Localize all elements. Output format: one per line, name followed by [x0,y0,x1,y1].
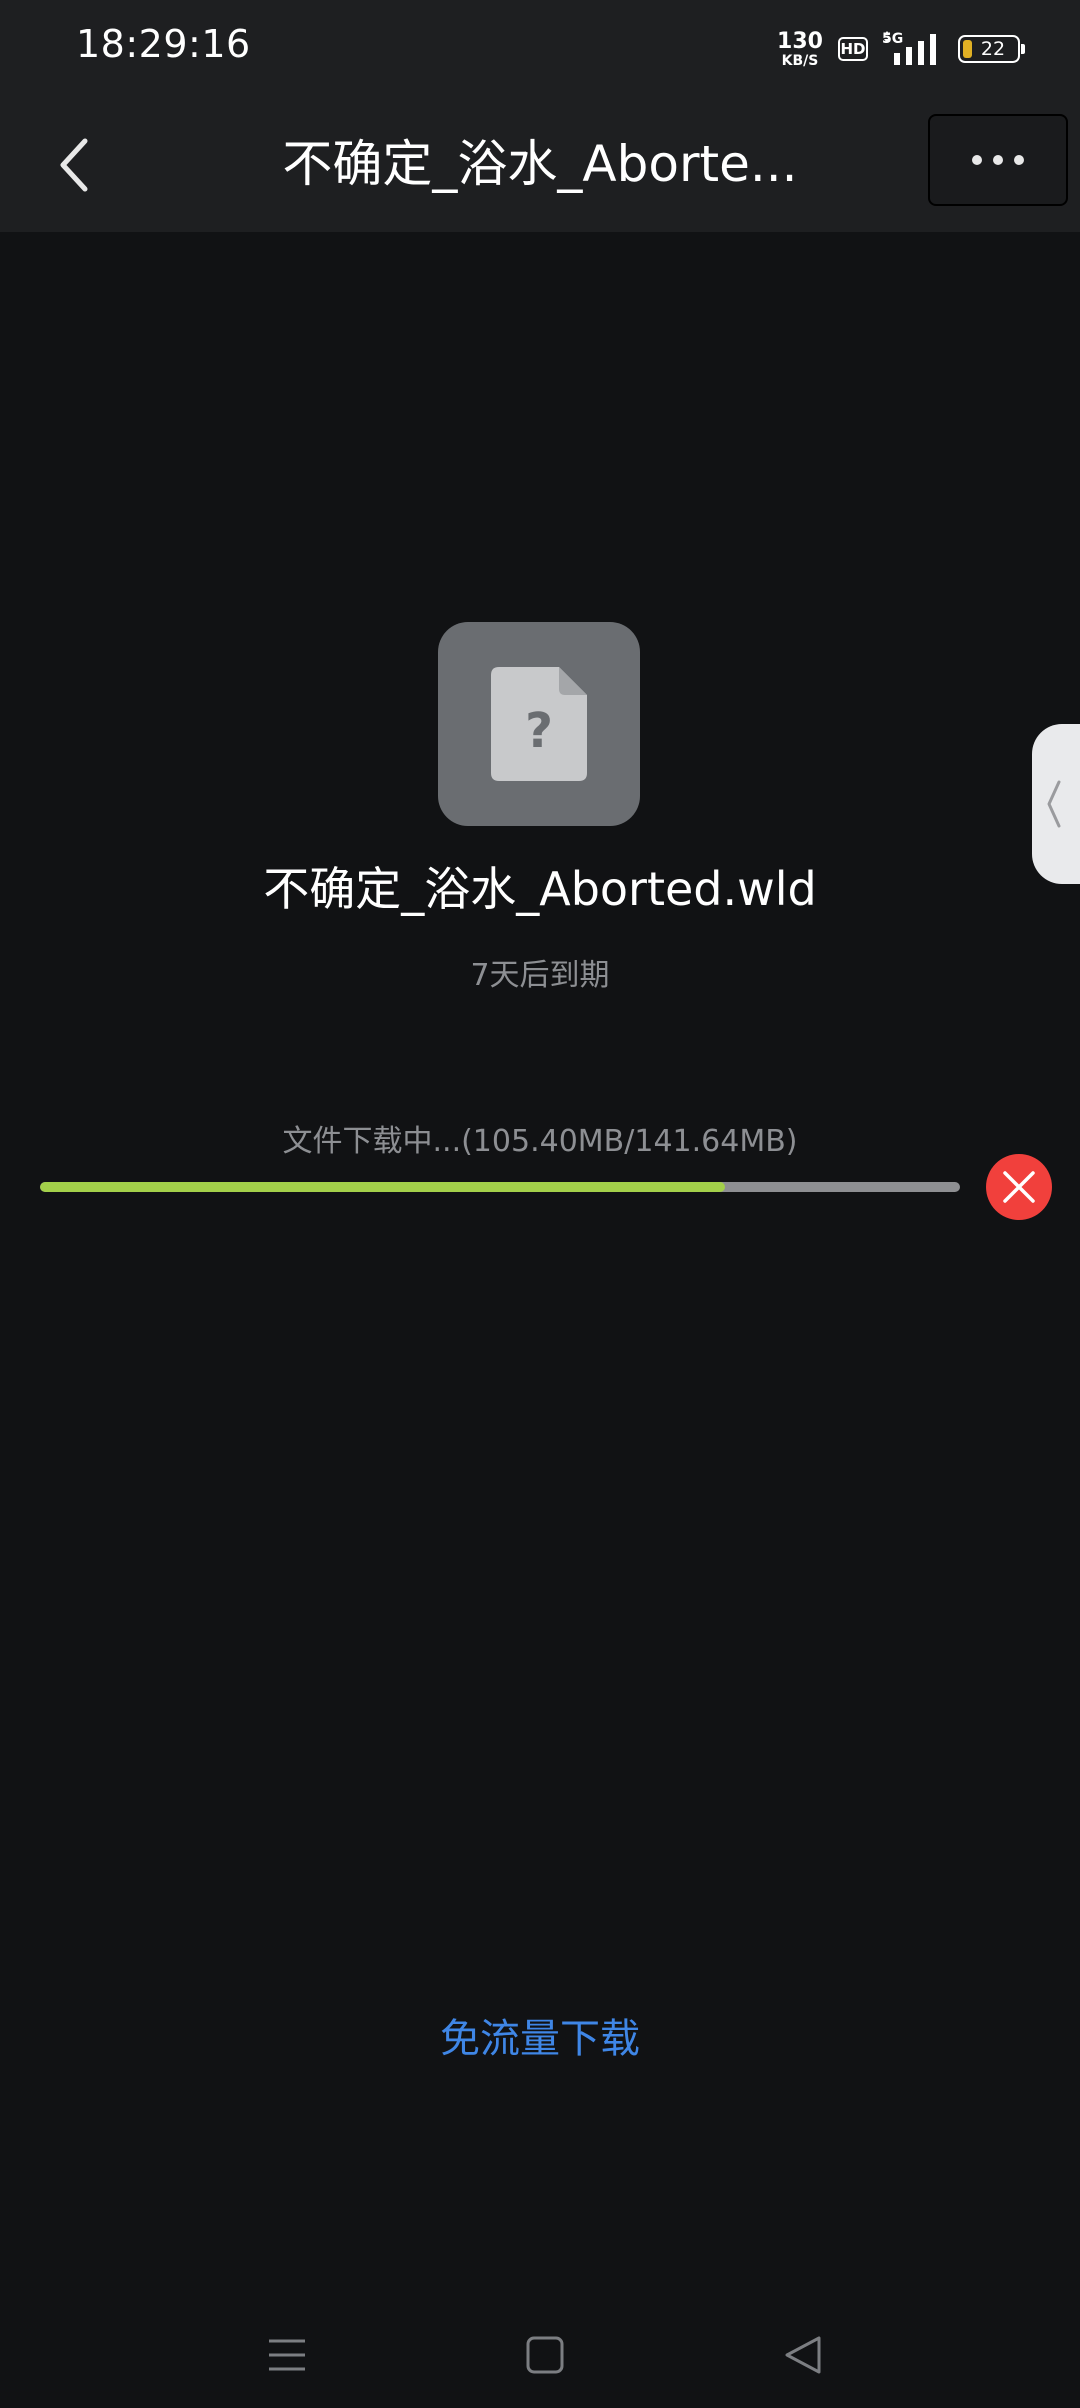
status-time: 18:29:16 [76,22,251,66]
battery-level: 22 [980,38,1006,60]
system-navigation-bar [0,2300,1080,2408]
battery-icon: 22 [958,35,1025,63]
network-speed-value: 130 [777,28,823,54]
menu-icon [269,2339,305,2371]
download-progress-fill [40,1182,725,1192]
file-question-icon: ? [491,667,587,781]
nav-menu-button[interactable] [252,2320,322,2390]
more-horizontal-icon [972,155,1024,165]
status-bar: 18:29:16 130 KB/S HD 5G 22 [0,0,1080,100]
nav-home-button[interactable] [510,2320,580,2390]
free-data-download-link[interactable]: 免流量下载 [0,2006,1080,2064]
svg-text:?: ? [525,703,553,759]
network-speed: 130 KB/S [776,28,824,69]
expiry-text: 7天后到期 [470,958,610,993]
download-progress-bar [40,1182,960,1192]
nav-back-button[interactable] [768,2320,838,2390]
side-panel-handle[interactable] [1032,724,1080,884]
home-square-icon [526,2336,564,2374]
status-icons: 130 KB/S HD 5G 22 [776,26,1025,72]
back-button[interactable] [40,130,110,200]
chevron-left-icon [60,138,88,192]
signal-icon: 5G [882,31,944,67]
unknown-file-icon: ? [438,622,640,826]
signal-bars-icon [884,31,936,65]
download-status-text: 文件下载中...(105.40MB/141.64MB) [282,1124,798,1159]
file-name: 不确定_浴水_Aborted.wld [263,862,817,916]
close-icon [1003,1171,1035,1203]
hd-icon: HD [838,37,868,61]
back-triangle-icon [785,2336,821,2374]
app-bar: 不确定_浴水_Aborte... [0,100,1080,232]
more-options-button[interactable] [928,114,1068,206]
download-page: 18:29:16 130 KB/S HD 5G 22 不确定_浴水_Aborte… [0,0,1080,2408]
network-speed-unit: KB/S [781,52,819,69]
page-title: 不确定_浴水_Aborte... [282,135,798,193]
chevron-left-small-icon [1047,780,1061,828]
cancel-download-button[interactable] [986,1154,1052,1220]
